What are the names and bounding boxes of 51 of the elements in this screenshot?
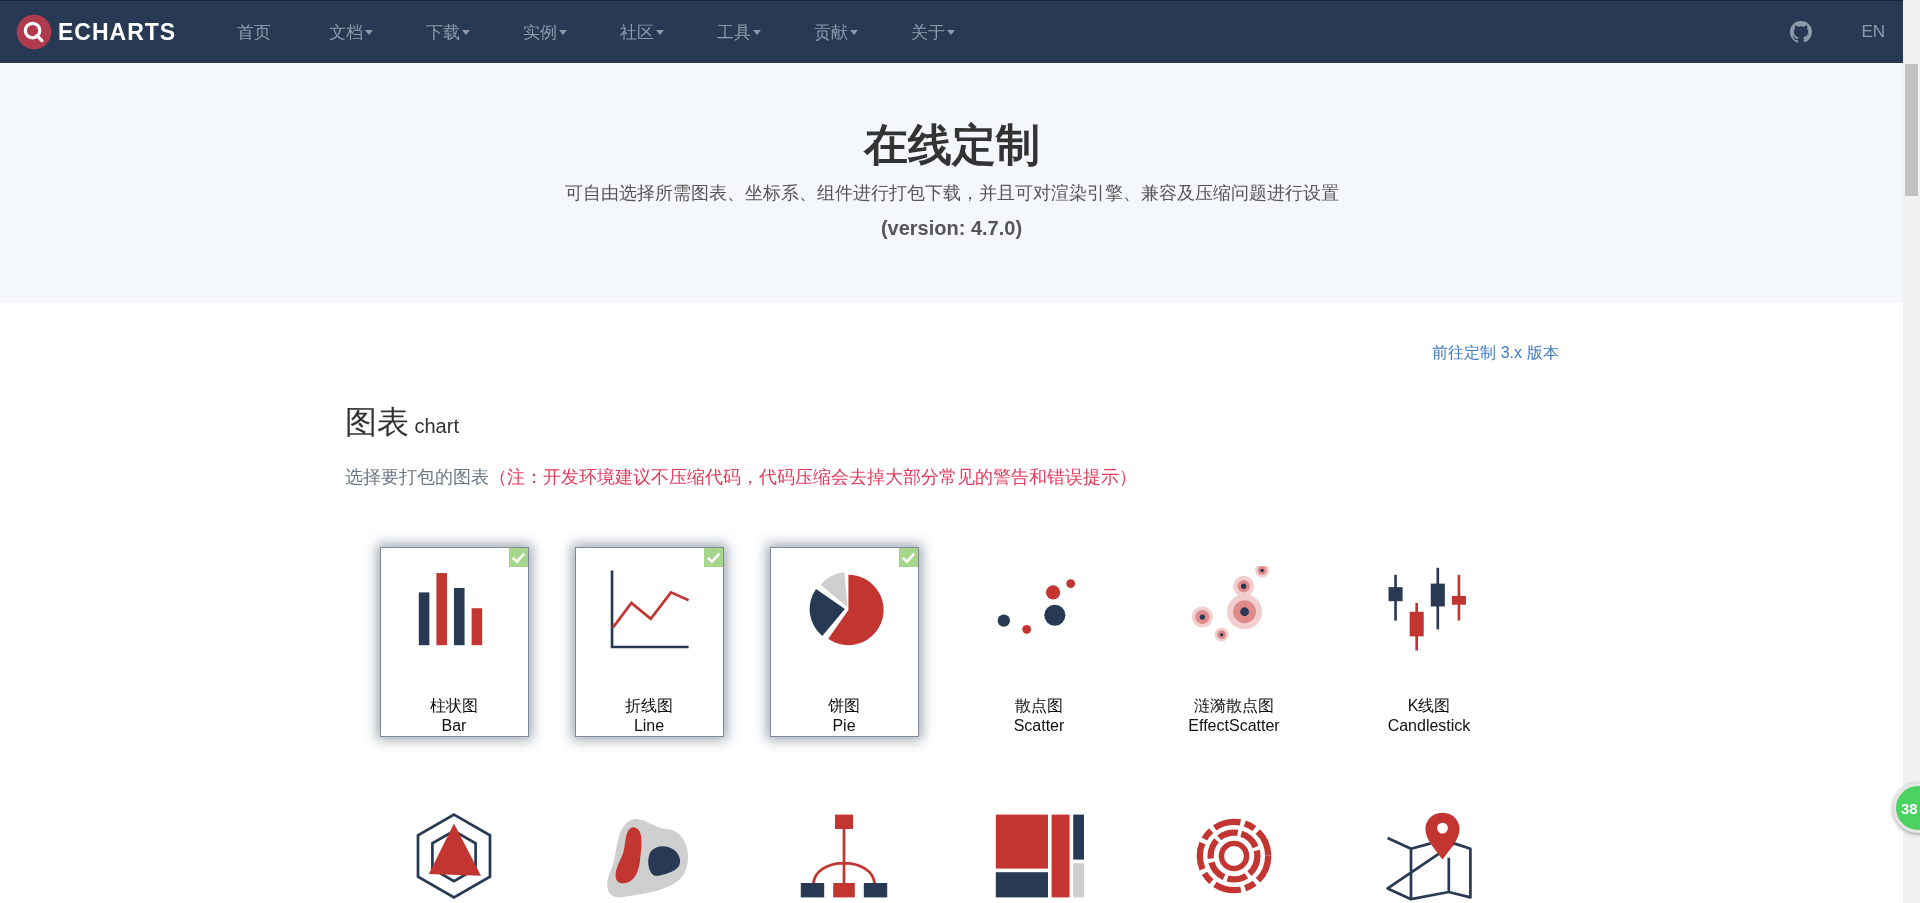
chart-name-english: Pie (832, 716, 856, 736)
chart-name: 柱状图 (430, 696, 478, 716)
caret-icon (655, 29, 664, 35)
chart-name: 散点图 (1015, 696, 1063, 716)
nav-menu-item[interactable]: 社区 (593, 20, 690, 44)
nav-menu-item[interactable]: 文档 (302, 20, 399, 44)
chart-name-english: Bar (441, 716, 467, 736)
chart-option-card[interactable]: 柱状图 Bar (379, 547, 529, 737)
hint-text: 选择要打包的图表 (344, 467, 489, 487)
chart-name-english: Candlestick (1387, 716, 1471, 736)
nav-menu-item[interactable]: 贡献 (787, 20, 884, 44)
nav-menu-item[interactable]: 关于 (884, 20, 981, 44)
chart-name: K线图 (1407, 696, 1451, 716)
logo-icon (16, 14, 52, 50)
map-pin-icon (1384, 811, 1474, 901)
nav-menu-item[interactable]: 下载 (399, 20, 496, 44)
checkmark-icon (703, 548, 723, 567)
caret-icon (946, 29, 955, 35)
chart-option-card[interactable]: 涟漪散点图 EffectScatter (1159, 547, 1309, 737)
section-subtitle: chart (414, 415, 459, 438)
section-title: 图表 (344, 403, 409, 442)
caret-icon (558, 29, 567, 35)
caret-icon (849, 29, 858, 35)
logo-text[interactable]: ECHARTS (58, 18, 177, 46)
version-text: (version: 4.7.0) (879, 217, 1024, 240)
legacy-version-link[interactable]: 前往定制 3.x 版本 (1432, 343, 1559, 364)
scrollbar[interactable] (1903, 0, 1920, 903)
chart-name: 折线图 (625, 696, 673, 716)
chart-name: 饼图 (828, 696, 860, 716)
caret-icon (752, 29, 761, 35)
caret-icon (364, 29, 373, 35)
checkmark-icon (898, 548, 918, 567)
language-link[interactable]: EN (1861, 22, 1885, 42)
nav-menu-item[interactable]: 首页 (205, 20, 302, 44)
page-title: 在线定制 (862, 119, 1041, 171)
chart-name-english: Line (633, 716, 665, 736)
chart-name: 涟漪散点图 (1194, 696, 1274, 716)
caret-icon (461, 29, 470, 35)
chart-option-card[interactable]: 散点图 Scatter (964, 547, 1114, 737)
nav-menu-item[interactable]: 工具 (690, 20, 787, 44)
chart-option-card[interactable]: 饼图 Pie (769, 547, 919, 737)
github-icon (1789, 20, 1814, 44)
warning-text: （注：开发环境建议不压缩代码，代码压缩会去掉大部分常见的警告和错误提示） (488, 467, 1137, 487)
checkmark-icon (508, 548, 528, 567)
chart-option-card[interactable]: K线图 Candlestick (1354, 547, 1504, 737)
chart-option-card[interactable]: 折线图 Line (574, 547, 724, 737)
nav-menu-item[interactable]: 实例 (496, 20, 593, 44)
scrollbar-thumb[interactable] (1905, 64, 1918, 196)
page-subtitle: 可自由选择所需图表、坐标系、组件进行打包下载，并且可对渲染引擎、兼容及压缩问题进行设置 (563, 182, 1340, 205)
chart-name-english: Scatter (1013, 716, 1065, 736)
chart-name-english: EffectScatter (1188, 716, 1280, 736)
